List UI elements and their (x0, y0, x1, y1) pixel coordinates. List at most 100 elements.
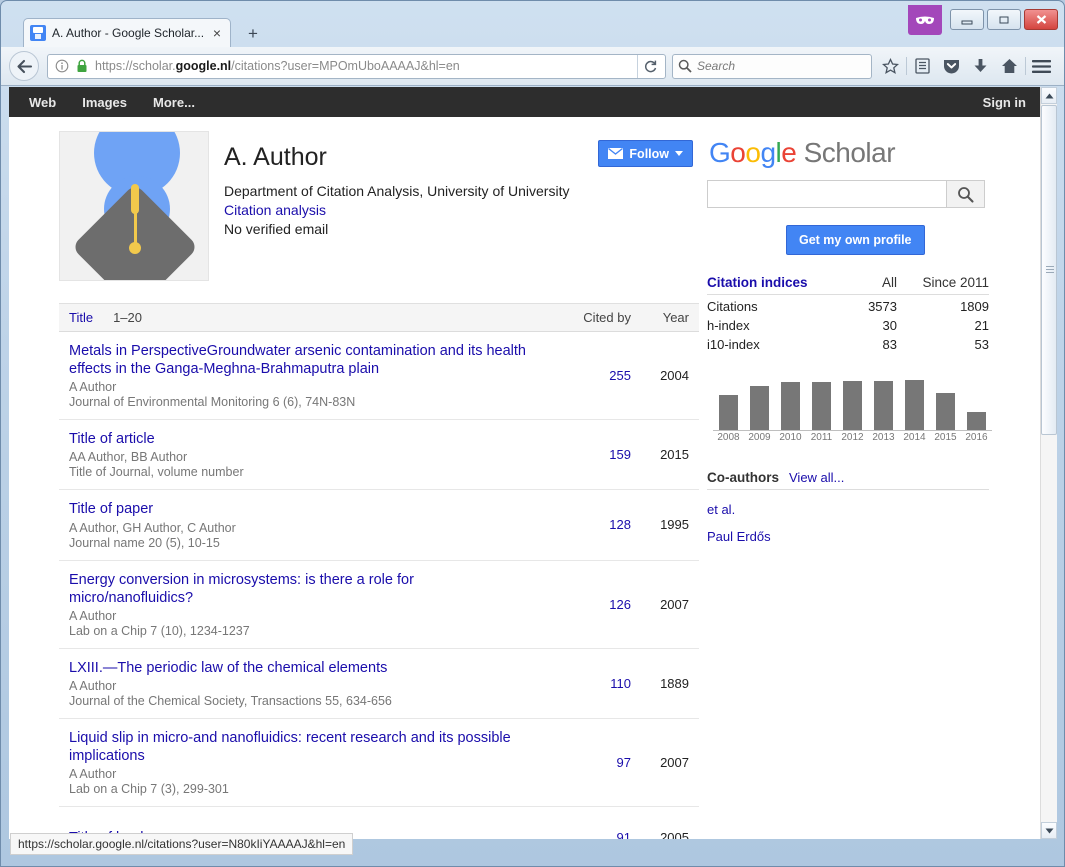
gbar-link-images[interactable]: Images (82, 95, 127, 110)
home-icon[interactable] (995, 52, 1024, 80)
publication-title-link[interactable]: Title of paper (69, 500, 533, 518)
page-info-icon[interactable] (53, 57, 71, 75)
url-bar[interactable]: https://scholar.google.nl/citations?user… (47, 53, 666, 79)
chart-bar[interactable] (781, 382, 800, 430)
window-close-icon[interactable] (1024, 9, 1058, 30)
library-icon[interactable] (908, 52, 937, 80)
reload-icon[interactable] (637, 54, 663, 78)
chart-bar[interactable] (874, 381, 893, 430)
new-tab-button[interactable]: + (241, 23, 265, 45)
publication-info: Title of article AA Author, BB Author Titl… (69, 430, 543, 479)
scholar-search-box[interactable] (707, 180, 985, 208)
scrollbar-grip (1046, 266, 1054, 274)
publication-authors: AA Author, BB Author (69, 450, 188, 465)
publication-venue: Title of Journal, volume number (69, 465, 244, 480)
star-icon[interactable] (876, 52, 905, 80)
hamburger-menu-icon[interactable] (1027, 52, 1056, 80)
publication-authors: A Author (69, 608, 117, 623)
coauthors-view-all-link[interactable]: View all... (789, 470, 844, 485)
chart-bar-cell (961, 380, 992, 430)
browser-search-bar[interactable]: Search (672, 53, 872, 79)
publications-table-header: Title 1–20 Cited by Year (59, 304, 699, 332)
chart-bar[interactable] (719, 395, 738, 430)
table-row[interactable]: Metals in PerspectiveGroundwater arsenic… (59, 332, 699, 421)
table-row[interactable]: Liquid slip in micro-and nanofluidics: r… (59, 719, 699, 808)
maximize-icon[interactable] (987, 9, 1021, 30)
chart-bar[interactable] (812, 382, 831, 430)
publication-title-link[interactable]: Liquid slip in micro-and nanofluidics: r… (69, 729, 533, 765)
close-icon[interactable]: × (210, 26, 224, 40)
scholar-search-input[interactable] (708, 181, 946, 207)
profile-avatar-placeholder[interactable] (59, 131, 209, 281)
column-header-title[interactable]: Title (69, 310, 93, 325)
coauthor-link[interactable]: Paul Erdős (707, 529, 989, 544)
gbar-link-web[interactable]: Web (29, 95, 56, 110)
follow-button[interactable]: Follow (598, 140, 693, 167)
citation-index-row: i10-index 83 53 (707, 333, 989, 352)
gbar-link-more[interactable]: More... (153, 95, 195, 110)
chart-x-tick-label: 2010 (779, 432, 802, 443)
publication-cited-by-count[interactable]: 91 (543, 830, 631, 839)
publication-cited-by-count[interactable]: 255 (543, 368, 631, 383)
coauthor-link[interactable]: et al. (707, 502, 989, 517)
chart-bar[interactable] (967, 412, 986, 430)
minimize-icon[interactable] (950, 9, 984, 30)
chart-bar[interactable] (905, 380, 924, 430)
page-content: A. Author Department of Citation Analysi… (9, 117, 1056, 839)
column-header-cited-by[interactable]: Cited by (543, 310, 631, 325)
publication-venue: Lab on a Chip 7 (10), 1234-1237 (69, 623, 250, 638)
table-row[interactable]: LXIII.—The periodic law of the chemical … (59, 649, 699, 719)
scroll-up-icon[interactable] (1041, 87, 1057, 104)
downloads-icon[interactable] (966, 52, 995, 80)
publication-authors: A Author (69, 380, 117, 395)
table-row[interactable]: Title of paper A Author, GH Author, C Aut… (59, 490, 699, 561)
search-input[interactable]: Search (697, 59, 735, 73)
citation-index-all: 3573 (868, 299, 897, 314)
chart-bar-cell (899, 380, 930, 430)
publication-title-link[interactable]: Energy conversion in microsystems: is th… (69, 571, 533, 607)
scrollbar-thumb[interactable] (1041, 105, 1057, 435)
browser-tab[interactable]: A. Author - Google Scholar... × (23, 18, 231, 47)
publication-year: 2015 (660, 447, 689, 463)
citation-indices-table: Citation indices All Since 2011 Citation… (707, 275, 989, 352)
citation-indices-title[interactable]: Citation indices (707, 275, 827, 290)
chart-bar[interactable] (843, 381, 862, 430)
scholar-search-button[interactable] (946, 181, 984, 207)
private-browsing-mask-icon[interactable] (908, 5, 942, 35)
sign-in-link[interactable]: Sign in (983, 95, 1026, 110)
chart-bar-cell (837, 380, 868, 430)
table-row[interactable]: Energy conversion in microsystems: is th… (59, 561, 699, 649)
publication-cited-by-count[interactable]: 97 (543, 755, 631, 770)
citations-per-year-chart: 2008 2009 2010 2011 2012 2013 2014 2015 2016 (707, 366, 992, 448)
google-top-bar: Web Images More... Sign in (9, 87, 1056, 117)
left-column: A. Author Department of Citation Analysi… (9, 117, 699, 839)
chevron-down-icon (675, 151, 683, 156)
publication-title-link[interactable]: Title of article (69, 430, 533, 448)
table-row[interactable]: Title of article AA Author, BB Author Titl… (59, 420, 699, 491)
profile-affiliation: Department of Citation Analysis, Univers… (224, 183, 570, 199)
window-controls (950, 9, 1058, 30)
publication-title-link[interactable]: Metals in PerspectiveGroundwater arsenic… (69, 342, 533, 378)
publication-cited-by-count[interactable]: 126 (543, 597, 631, 612)
chart-x-tick-label: 2013 (872, 432, 895, 443)
scroll-down-icon[interactable] (1041, 822, 1057, 839)
publication-title-link[interactable]: LXIII.—The periodic law of the chemical … (69, 659, 533, 677)
get-own-profile-button[interactable]: Get my own profile (786, 225, 925, 255)
publication-cited-by-count[interactable]: 128 (543, 517, 631, 532)
column-header-year[interactable]: Year (631, 310, 689, 325)
publication-authors: A Author (69, 678, 117, 693)
publication-venue: Journal of Environmental Monitoring 6 (6… (69, 395, 356, 410)
publication-cited-by-count[interactable]: 110 (543, 676, 631, 691)
lock-icon (74, 58, 90, 74)
publication-cited-by-count[interactable]: 159 (543, 447, 631, 462)
pocket-icon[interactable] (937, 52, 966, 80)
page-scrollbar[interactable] (1040, 87, 1057, 839)
chart-bar-cell (806, 380, 837, 430)
publication-info: Title of paper A Author, GH Author, C Aut… (69, 500, 543, 549)
url-text: https://scholar.google.nl/citations?user… (95, 59, 460, 73)
profile-interest-link[interactable]: Citation analysis (224, 202, 699, 218)
back-button-icon[interactable] (9, 51, 39, 81)
publication-venue: Lab on a Chip 7 (3), 299-301 (69, 782, 229, 797)
chart-bar[interactable] (936, 393, 955, 430)
chart-bar[interactable] (750, 386, 769, 430)
